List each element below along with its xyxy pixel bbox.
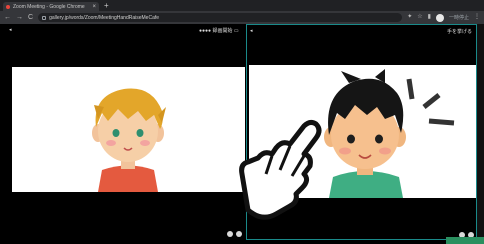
- menu-icon[interactable]: ⋮: [474, 14, 480, 21]
- tab-title: Zoom Meeting - Google Chrome: [13, 3, 85, 10]
- url-text: gallery.jp/words/Zoom/MeetingHandRaiseMe…: [49, 14, 160, 21]
- url-field[interactable]: gallery.jp/words/Zoom/MeetingHandRaiseMe…: [38, 13, 403, 22]
- browser-tab[interactable]: Zoom Meeting - Google Chrome ×: [3, 2, 99, 11]
- tile-left-more-icon[interactable]: [236, 231, 242, 237]
- tile-left-mute-icon[interactable]: [227, 231, 233, 237]
- tile-left-marker: ◂: [9, 27, 12, 33]
- tile-left-status: ●●●● 録画開始 ▭: [199, 28, 239, 34]
- blond-boy-avatar: [92, 88, 166, 192]
- participant-tile-left[interactable]: ◂ ●●●● 録画開始 ▭: [7, 24, 246, 240]
- back-button[interactable]: ←: [4, 14, 11, 22]
- tile-right-status: 手を挙げる: [447, 29, 473, 35]
- participant-tile-right[interactable]: ◂ 手を挙げる: [246, 24, 477, 240]
- tab-favicon-icon: [6, 4, 10, 9]
- reload-button[interactable]: C: [28, 14, 33, 22]
- extension-icon[interactable]: ✦: [407, 14, 412, 21]
- browser-tab-bar: Zoom Meeting - Google Chrome × +: [0, 0, 484, 11]
- video-feed-left: [12, 67, 245, 192]
- lock-icon: [42, 15, 47, 20]
- sidepanel-icon[interactable]: ▮: [428, 14, 431, 21]
- tile-right-marker: ◂: [250, 28, 253, 34]
- right-edge-strip: [477, 24, 484, 244]
- dark-hair-boy-avatar: [324, 69, 455, 198]
- tab-close-icon[interactable]: ×: [92, 4, 96, 10]
- toolbar-right: ✦ ☆ ▮ 一時停止 ⋮: [407, 13, 480, 22]
- star-icon[interactable]: ☆: [417, 14, 422, 21]
- new-tab-button[interactable]: +: [104, 1, 109, 10]
- pause-badge[interactable]: 一時停止: [449, 14, 469, 21]
- video-feed-right: [249, 65, 476, 198]
- forward-button[interactable]: →: [16, 14, 23, 22]
- corner-indicator: [446, 237, 484, 244]
- meeting-stage: ◂ ●●●● 録画開始 ▭ ◂ 手を挙げる: [0, 24, 484, 244]
- address-bar: ← → C gallery.jp/words/Zoom/MeetingHandR…: [0, 11, 484, 24]
- profile-avatar[interactable]: [435, 13, 444, 22]
